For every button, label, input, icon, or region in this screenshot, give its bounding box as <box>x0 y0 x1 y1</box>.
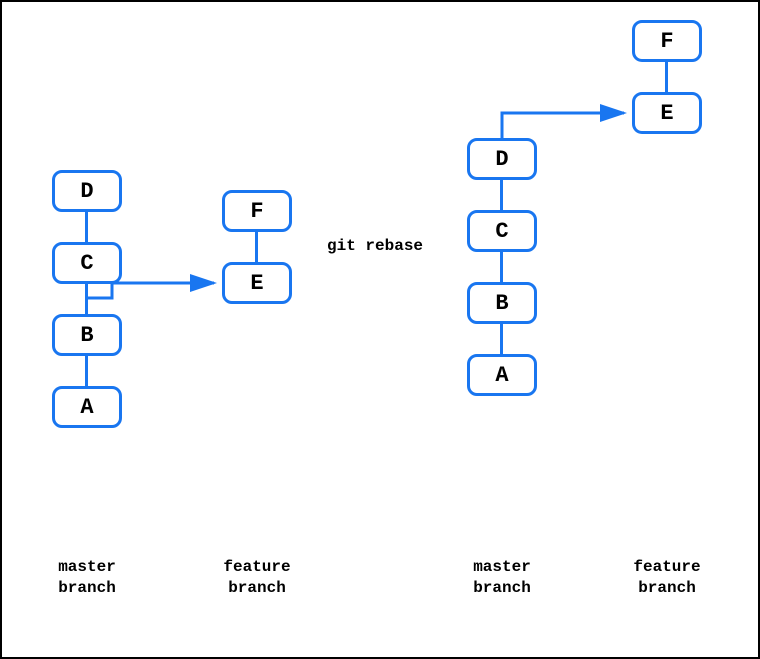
label-line2: branch <box>473 579 531 597</box>
label-line1: feature <box>223 558 290 576</box>
label-line1: feature <box>633 558 700 576</box>
commit-d-right: D <box>467 138 537 180</box>
commit-label: F <box>250 199 263 224</box>
feature-branch-label-right: feature branch <box>617 557 717 599</box>
connector <box>255 232 258 262</box>
commit-label: E <box>250 271 263 296</box>
commit-e-right: E <box>632 92 702 134</box>
feature-branch-label-left: feature branch <box>207 557 307 599</box>
commit-label: D <box>495 147 508 172</box>
connector <box>85 356 88 386</box>
commit-f-right: F <box>632 20 702 62</box>
commit-b-left: B <box>52 314 122 356</box>
commit-b-right: B <box>467 282 537 324</box>
branch-arrow-left <box>87 283 214 298</box>
commit-label: A <box>495 363 508 388</box>
connector <box>85 212 88 242</box>
branch-arrow-right <box>502 113 624 138</box>
connector <box>665 62 668 92</box>
connector <box>500 252 503 282</box>
commit-label: F <box>660 29 673 54</box>
label-line2: branch <box>58 579 116 597</box>
commit-label: C <box>495 219 508 244</box>
commit-d-left: D <box>52 170 122 212</box>
commit-f-left: F <box>222 190 292 232</box>
diagram-canvas: D C B A F E D C B A F E git rebase maste… <box>0 0 760 659</box>
commit-label: D <box>80 179 93 204</box>
label-line2: branch <box>228 579 286 597</box>
label-line1: master <box>58 558 116 576</box>
commit-label: B <box>495 291 508 316</box>
rebase-label: git rebase <box>327 237 423 255</box>
master-branch-label-right: master branch <box>452 557 552 599</box>
commit-label: E <box>660 101 673 126</box>
label-line1: master <box>473 558 531 576</box>
commit-e-left: E <box>222 262 292 304</box>
commit-c-left: C <box>52 242 122 284</box>
commit-label: A <box>80 395 93 420</box>
connector <box>500 324 503 354</box>
master-branch-label-left: master branch <box>37 557 137 599</box>
commit-c-right: C <box>467 210 537 252</box>
connector <box>85 284 88 314</box>
commit-label: C <box>80 251 93 276</box>
connector <box>500 180 503 210</box>
commit-a-left: A <box>52 386 122 428</box>
commit-label: B <box>80 323 93 348</box>
commit-a-right: A <box>467 354 537 396</box>
label-line2: branch <box>638 579 696 597</box>
